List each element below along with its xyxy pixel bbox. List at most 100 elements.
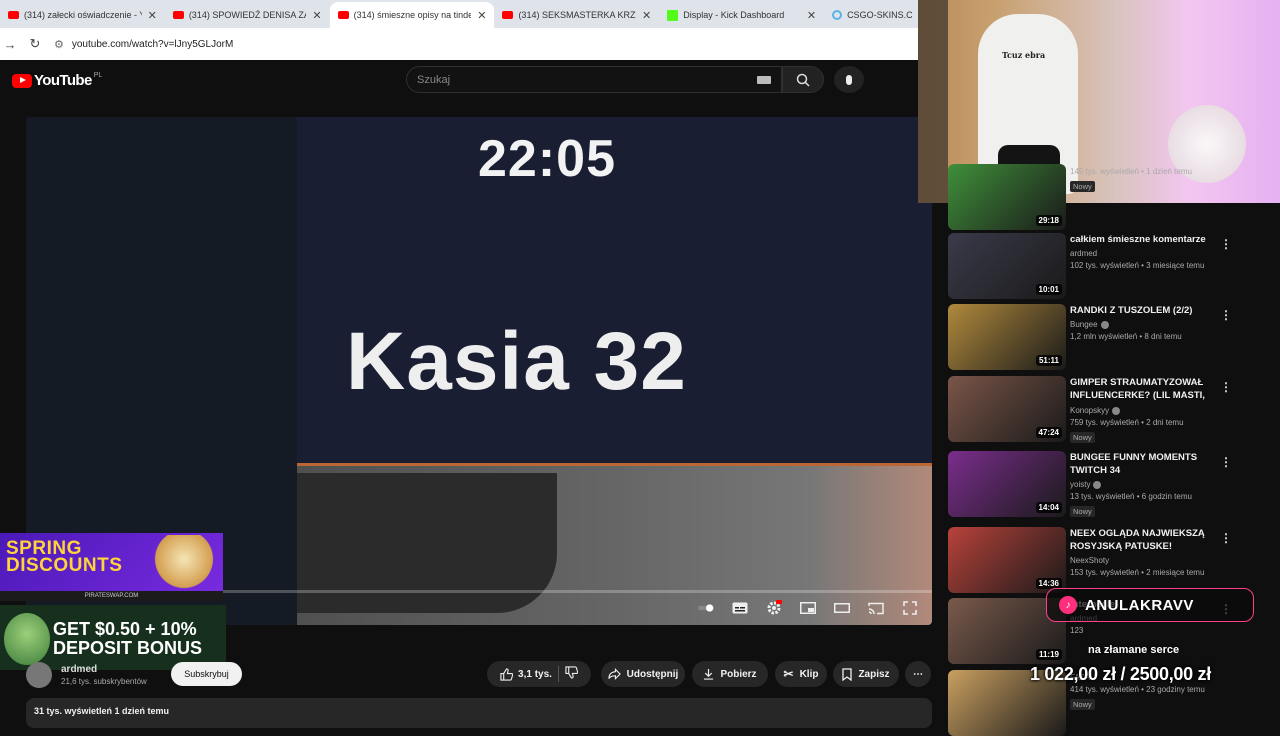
browser-tab[interactable]: (314) SPOWIEDŹ DENISA ZAŁE ✕: [165, 2, 330, 28]
video-info: RANDKI Z TUSZOLEM (2/2) Bungee 1,2 mln wyś…: [1070, 304, 1214, 341]
new-badge: Nowy: [1070, 432, 1095, 443]
cast-icon[interactable]: [868, 601, 884, 615]
player-controls: [698, 600, 918, 615]
more-vertical-icon[interactable]: ⋮: [1220, 380, 1232, 394]
share-button[interactable]: Udostępnij: [601, 661, 685, 687]
ad2-line2: DEPOSIT BONUS: [53, 638, 203, 658]
recommendation-item[interactable]: 47:24 GIMPER STRAUMATYZOWAŁ INFLUENCERKE?…: [948, 376, 1248, 443]
tab-title: (314) śmieszne opisy na tinder: [353, 10, 472, 20]
video-duration: 47:24: [1035, 427, 1062, 438]
more-actions-button[interactable]: ⋯: [905, 661, 931, 687]
search-icon: [796, 73, 810, 87]
video-thumbnail[interactable]: 10:01: [948, 233, 1066, 299]
video-thumbnail[interactable]: 51:11: [948, 304, 1066, 370]
video-thumbnail[interactable]: 14:36: [948, 527, 1066, 593]
site-info-icon[interactable]: ⚙: [54, 38, 64, 51]
video-meta: 145 tys. wyświetleń • 1 dzień temu: [1070, 167, 1192, 176]
video-meta: 1,2 mln wyświetleń • 8 dni temu: [1070, 332, 1182, 341]
recommendation-item[interactable]: 14:04 BUNGEE FUNNY MOMENTS TWITCH 34 yoist…: [948, 451, 1248, 517]
video-thumbnail[interactable]: 47:24: [948, 376, 1066, 442]
close-icon[interactable]: ✕: [312, 9, 321, 22]
clip-button[interactable]: ✂ Klip: [775, 661, 827, 687]
description-box[interactable]: 31 tys. wyświetleń 1 dzień temu: [26, 698, 932, 728]
more-vertical-icon[interactable]: ⋮: [1220, 237, 1232, 251]
channel-avatar[interactable]: [26, 662, 52, 688]
recommendation-item[interactable]: 10:01 całkiem śmieszne komentarze ardmed 10…: [948, 233, 1248, 299]
ad1-line2: DISCOUNTS: [6, 555, 123, 576]
deposit-bonus-ad: GET $0.50 + 10% DEPOSIT BONUS: [0, 605, 226, 670]
video-title[interactable]: NEEX OGLĄDA NAJWIEKSZĄ ROSYJSKĄ PATUSKE!: [1070, 527, 1214, 553]
subscribe-button[interactable]: Subskrybuj: [171, 662, 242, 686]
donation-goal-name: na złamane serce: [1088, 644, 1180, 656]
search-input[interactable]: [417, 73, 737, 86]
video-thumbnail[interactable]: 14:04: [948, 451, 1066, 517]
video-overlay-time: 22:05: [478, 130, 616, 188]
settings-gear-icon[interactable]: [766, 600, 782, 615]
recommendation-item[interactable]: 51:11 RANDKI Z TUSZOLEM (2/2) Bungee 1,2 ml…: [948, 304, 1248, 370]
video-thumbnail[interactable]: 29:18: [948, 164, 1066, 230]
close-icon[interactable]: ✕: [477, 9, 486, 22]
subtitles-icon[interactable]: [732, 601, 748, 615]
save-label: Zapisz: [858, 668, 890, 680]
tab-title: CSGO-SKINS.COM -: [847, 10, 912, 20]
fullscreen-icon[interactable]: [902, 601, 918, 615]
browser-tab[interactable]: Display - Kick Dashboard ✕: [659, 2, 824, 28]
video-title[interactable]: całkiem śmieszne komentarze: [1070, 233, 1214, 246]
tab-title: Display - Kick Dashboard: [683, 10, 785, 20]
video-info: całkiem śmieszne komentarze ardmed 102 tys…: [1070, 233, 1214, 270]
download-button[interactable]: Pobierz: [692, 661, 768, 687]
microphone-icon: [846, 74, 852, 85]
youtube-logo[interactable]: YouTube PL: [12, 72, 102, 89]
video-meta: 13 tys. wyświetleń • 6 godzin temu: [1070, 492, 1192, 501]
tab-title: (314) SPOWIEDŹ DENISA ZAŁE: [188, 10, 307, 20]
more-vertical-icon[interactable]: ⋮: [1220, 308, 1232, 322]
new-badge: Nowy: [1070, 181, 1095, 192]
forward-icon[interactable]: →: [0, 37, 20, 52]
channel-name: NeexShoty: [1070, 556, 1110, 565]
new-badge: Nowy: [1070, 699, 1095, 710]
url-field[interactable]: ⚙ youtube.com/watch?v=lJny5GLJorM: [54, 38, 233, 51]
video-duration: 11:19: [1035, 649, 1062, 660]
like-button[interactable]: 3,1 tys.: [500, 667, 552, 681]
tab-title: (314) załecki oświadczenie - Yo: [24, 10, 142, 20]
video-duration: 10:01: [1035, 284, 1062, 295]
video-title[interactable]: BUNGEE FUNNY MOMENTS TWITCH 34: [1070, 451, 1214, 477]
recommendation-item[interactable]: 14:36 NEEX OGLĄDA NAJWIEKSZĄ ROSYJSKĄ PAT…: [948, 527, 1248, 593]
voice-search-button[interactable]: [834, 66, 864, 93]
like-dislike-group: 3,1 tys.: [487, 661, 591, 687]
dislike-button[interactable]: [565, 666, 579, 682]
globe-icon: [832, 10, 843, 20]
more-vertical-icon[interactable]: ⋮: [1220, 531, 1232, 545]
theater-mode-icon[interactable]: [834, 601, 850, 615]
scissors-icon: ✂: [783, 667, 794, 681]
video-duration: 51:11: [1035, 355, 1062, 366]
keyboard-icon[interactable]: [757, 75, 771, 84]
browser-tab[interactable]: (314) SEKSMASTERKA KRZYWD ✕: [494, 2, 659, 28]
save-button[interactable]: Zapisz: [833, 661, 899, 687]
subscriber-count: 21,6 tys. subskrybentów: [61, 677, 147, 686]
browser-tab-active[interactable]: (314) śmieszne opisy na tinder ✕: [329, 2, 495, 28]
close-icon[interactable]: ✕: [807, 9, 816, 22]
thumbs-down-icon: [565, 666, 579, 679]
miniplayer-icon[interactable]: [800, 601, 816, 615]
channel-name: ardmed: [1070, 249, 1098, 258]
close-icon[interactable]: ✕: [642, 9, 651, 22]
mascot-image: [153, 535, 215, 595]
country-code: PL: [93, 72, 103, 79]
browser-tab[interactable]: (314) załecki oświadczenie - Yo ✕: [0, 2, 165, 28]
close-icon[interactable]: ✕: [148, 9, 157, 22]
video-title[interactable]: GIMPER STRAUMATYZOWAŁ INFLUENCERKE? (LIL…: [1070, 376, 1214, 403]
recommendation-item[interactable]: 29:18 145 tys. wyświetleń • 1 dzień temu N…: [948, 164, 1248, 230]
webcam-left-shadow: [918, 0, 948, 203]
more-vertical-icon[interactable]: ⋮: [1220, 455, 1232, 469]
channel-name[interactable]: ardmed: [61, 664, 97, 675]
video-meta: 759 tys. wyświetleń • 2 dni temu: [1070, 418, 1184, 427]
share-icon: [608, 668, 621, 680]
video-title[interactable]: RANDKI Z TUSZOLEM (2/2): [1070, 304, 1214, 317]
autoplay-toggle[interactable]: [698, 601, 714, 615]
search-button[interactable]: [782, 66, 824, 93]
youtube-play-icon: [12, 73, 32, 88]
reload-icon[interactable]: ↻: [20, 36, 50, 52]
browser-tab[interactable]: CSGO-SKINS.COM -: [824, 2, 920, 28]
tiktok-icon: ♪: [1059, 596, 1077, 614]
